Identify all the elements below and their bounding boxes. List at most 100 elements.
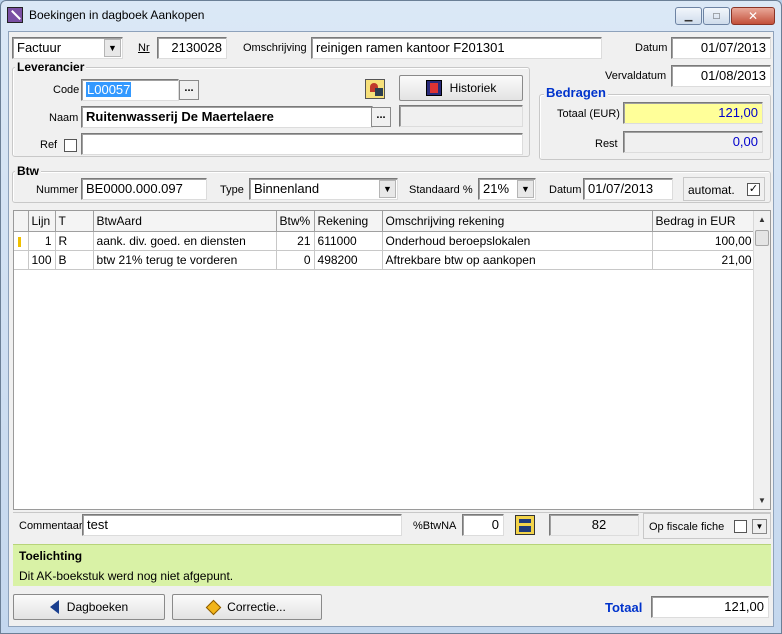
totaal-eur-field: 121,00 xyxy=(623,102,763,124)
cell-btwaard[interactable]: btw 21% terug te vorderen xyxy=(93,250,277,270)
vertical-scrollbar[interactable]: ▲ ▼ xyxy=(753,211,770,509)
totaal-field: 121,00 xyxy=(651,596,769,618)
correctie-button[interactable]: Correctie... xyxy=(172,594,322,620)
cell-rekening[interactable]: 611000 xyxy=(314,231,383,251)
ref-checkbox[interactable] xyxy=(64,139,77,152)
btw-nummer-field[interactable]: BE0000.000.097 xyxy=(81,178,207,200)
cell-bedrag[interactable]: 100,00 xyxy=(652,231,756,251)
title-bar[interactable]: Boekingen in dagboek Aankopen ▁ □ ✕ xyxy=(1,1,781,31)
column-header[interactable]: Bedrag in EUR xyxy=(652,211,756,232)
row-indicator xyxy=(14,250,29,270)
doc-type-select[interactable]: Factuur ▼ xyxy=(12,37,123,59)
cell-btw-pct[interactable]: 0 xyxy=(276,250,315,270)
table-header-row: Lijn T BtwAard Btw% Rekening Omschrijvin… xyxy=(14,211,756,232)
contact-card-icon[interactable] xyxy=(365,79,385,99)
vervaldatum-field[interactable]: 01/08/2013 xyxy=(671,65,771,87)
expand-down-icon[interactable]: ▼ xyxy=(752,519,767,534)
btw-datum-field[interactable]: 01/07/2013 xyxy=(583,178,673,200)
cell-omschrijving[interactable]: Onderhoud beroepslokalen xyxy=(382,231,653,251)
column-header[interactable]: Lijn xyxy=(28,211,56,232)
commentaar-label: Commentaar xyxy=(19,520,83,532)
chevron-down-icon[interactable]: ▼ xyxy=(379,180,396,198)
calculator-icon[interactable] xyxy=(515,515,535,535)
totaal-eur-label: Totaal (EUR) xyxy=(557,108,620,120)
minimize-icon[interactable]: ▁ xyxy=(675,7,702,25)
rest-label: Rest xyxy=(595,138,618,150)
cell-lijn[interactable]: 1 xyxy=(28,231,56,251)
commentaar-field[interactable]: test xyxy=(82,514,402,536)
naam-lookup-button[interactable]: ... xyxy=(371,107,391,127)
column-header[interactable]: Btw% xyxy=(276,211,315,232)
count-field: 82 xyxy=(549,514,639,536)
nr-label: Nr xyxy=(138,42,150,54)
omschrijving-field[interactable]: reinigen ramen kantoor F201301 xyxy=(311,37,602,59)
fiscale-box: Op fiscale fiche ▼ xyxy=(643,513,771,539)
row-indicator-header xyxy=(14,211,29,232)
cell-omschrijving[interactable]: Aftrekbare btw op aankopen xyxy=(382,250,653,270)
fiscale-label: Op fiscale fiche xyxy=(649,521,725,533)
standaard-value: 21% xyxy=(483,181,510,196)
leverancier-title: Leverancier xyxy=(15,60,87,74)
arrow-left-icon xyxy=(49,600,59,614)
table-row[interactable]: 100 B btw 21% terug te vorderen 0 498200… xyxy=(14,250,756,270)
form-client-area: Factuur ▼ Nr 2130028 Omschrijving reinig… xyxy=(8,31,774,627)
chevron-down-icon[interactable]: ▼ xyxy=(104,39,121,57)
maximize-icon[interactable]: □ xyxy=(703,7,730,25)
btw-title: Btw xyxy=(15,164,41,178)
standaard-select[interactable]: 21% ▼ xyxy=(478,178,536,200)
dagboeken-label: Dagboeken xyxy=(66,600,129,614)
code-label: Code xyxy=(53,84,80,96)
totaal-label: Totaal xyxy=(605,600,643,615)
table-row[interactable]: 1 R aank. div. goed. en diensten 21 6110… xyxy=(14,231,756,251)
naam-field[interactable]: Ruitenwasserij De Maertelaere xyxy=(81,106,373,128)
cell-rekening[interactable]: 498200 xyxy=(314,250,383,270)
column-header[interactable]: BtwAard xyxy=(93,211,277,232)
app-icon xyxy=(7,7,23,23)
naam-label: Naam xyxy=(49,112,79,124)
toelichting-text: Dit AK-boekstuk werd nog niet afgepunt. xyxy=(19,569,234,583)
standaard-label: Standaard % xyxy=(409,184,473,196)
nr-field[interactable]: 2130028 xyxy=(157,37,227,59)
btw-type-select[interactable]: Binnenland ▼ xyxy=(249,178,398,200)
cell-t[interactable]: R xyxy=(55,231,94,251)
omschrijving-label: Omschrijving xyxy=(243,42,307,54)
automat-checkbox[interactable]: ✓ xyxy=(747,183,760,196)
scroll-up-icon[interactable]: ▲ xyxy=(754,211,770,228)
doc-type-value: Factuur xyxy=(17,40,62,55)
cell-btwaard[interactable]: aank. div. goed. en diensten xyxy=(93,231,277,251)
cell-lijn[interactable]: 100 xyxy=(28,250,56,270)
column-header[interactable]: T xyxy=(55,211,94,232)
fiscale-checkbox[interactable] xyxy=(734,520,747,533)
automat-box: automat. ✓ xyxy=(683,177,765,201)
btwna-field[interactable]: 0 xyxy=(462,514,504,536)
cell-t[interactable]: B xyxy=(55,250,94,270)
app-window: Boekingen in dagboek Aankopen ▁ □ ✕ Fact… xyxy=(0,0,782,634)
journal-lines-grid[interactable]: Lijn T BtwAard Btw% Rekening Omschrijvin… xyxy=(13,210,771,510)
toelichting-title: Toelichting xyxy=(19,549,83,563)
historiek-button[interactable]: Historiek xyxy=(399,75,523,101)
column-header[interactable]: Omschrijving rekening xyxy=(382,211,653,232)
datum-label: Datum xyxy=(635,42,668,54)
close-icon[interactable]: ✕ xyxy=(731,7,775,25)
chevron-down-icon[interactable]: ▼ xyxy=(517,180,534,198)
btw-type-value: Binnenland xyxy=(254,181,320,196)
dagboeken-button[interactable]: Dagboeken xyxy=(13,594,165,620)
code-field[interactable]: L00057 xyxy=(81,79,179,101)
scroll-thumb[interactable] xyxy=(755,230,769,246)
current-row-marker xyxy=(14,231,29,251)
window-controls: ▁ □ ✕ xyxy=(675,7,775,25)
bedragen-title: Bedragen xyxy=(544,85,608,100)
row-marker-icon xyxy=(18,236,21,247)
book-icon xyxy=(425,80,442,96)
toelichting-panel: Toelichting Dit AK-boekstuk werd nog nie… xyxy=(13,544,771,586)
btw-datum-label: Datum xyxy=(549,184,582,196)
cell-bedrag[interactable]: 21,00 xyxy=(652,250,756,270)
datum-field[interactable]: 01/07/2013 xyxy=(671,37,771,59)
window-title: Boekingen in dagboek Aankopen xyxy=(29,8,205,22)
code-lookup-button[interactable]: ... xyxy=(179,80,199,100)
ref-field[interactable] xyxy=(81,133,523,155)
column-header[interactable]: Rekening xyxy=(314,211,383,232)
ref-label: Ref xyxy=(40,139,58,151)
scroll-down-icon[interactable]: ▼ xyxy=(754,492,770,509)
cell-btw-pct[interactable]: 21 xyxy=(276,231,315,251)
